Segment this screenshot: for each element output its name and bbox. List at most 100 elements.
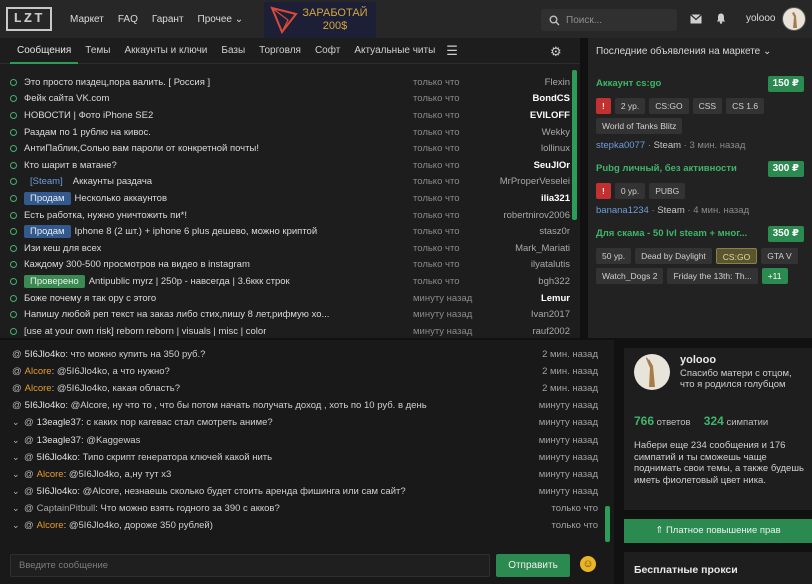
bell-icon[interactable] — [716, 13, 726, 24]
market-tag[interactable]: Watch_Dogs 2 — [596, 268, 664, 284]
thread-title[interactable]: Продам Iphone 8 (2 шт.) + iphone 6 plus д… — [24, 225, 317, 239]
thread-author[interactable]: robertnirov2006 — [503, 210, 570, 221]
thread-title[interactable]: Напишу любой реп текст на заказ либо сти… — [24, 309, 329, 320]
mention-icon[interactable]: @ — [24, 520, 34, 531]
thread-author[interactable]: bgh322 — [538, 276, 570, 287]
thread-row[interactable]: АнтиПаблик,Солью вам пароли от конкретно… — [10, 140, 570, 157]
thread-author[interactable]: BondCS — [533, 93, 570, 104]
mention-icon[interactable]: @ — [12, 383, 22, 394]
thread-title[interactable]: Есть работка, нужно уничтожить пи*! — [24, 210, 187, 221]
chat-author[interactable]: Alcore — [37, 520, 64, 531]
chat-input[interactable]: Введите сообщение — [10, 554, 490, 577]
thread-author[interactable]: SeuJlOr — [534, 160, 570, 171]
tab-accounts[interactable]: Аккаунты и ключи — [117, 38, 214, 64]
thread-row[interactable]: Изи кеш для всех только что Mark_Mariati — [10, 240, 570, 257]
chat-author[interactable]: 5I6Jlo4ko — [37, 486, 78, 497]
market-tag[interactable]: CS:GO — [649, 98, 689, 114]
chat-author[interactable]: CaptainPitbull — [37, 503, 96, 514]
thread-prefix[interactable]: Продам — [24, 191, 71, 205]
tab-messages[interactable]: Сообщения — [10, 38, 79, 64]
chat-author[interactable]: Alcore — [37, 469, 64, 480]
chevron-down-icon[interactable]: ⌄ — [12, 503, 24, 514]
thread-row[interactable]: Проверено Antipublic myrz | 250р - навсег… — [10, 273, 570, 290]
nav-garant[interactable]: Гарант — [152, 14, 184, 25]
thread-row[interactable]: НОВОСТИ | Фото iPhone SE2 только что EVILO… — [10, 107, 570, 124]
thread-title[interactable]: Фейк сайта VK.com — [24, 93, 109, 104]
tab-trade[interactable]: Торговля — [252, 38, 308, 64]
chevron-down-icon[interactable]: ⌄ — [12, 435, 24, 446]
thread-row[interactable]: Фейк сайта VK.com только что BondCS — [10, 91, 570, 108]
user-avatar[interactable] — [782, 7, 806, 31]
market-item-price[interactable]: 150 ₽ — [767, 76, 804, 92]
mention-icon[interactable]: @ — [24, 417, 34, 428]
thread-row[interactable]: Продам Несколько аккаунтов только что ilia3… — [10, 190, 570, 207]
market-tag[interactable]: ! — [596, 183, 611, 199]
chevron-down-icon[interactable]: ⌄ — [12, 486, 24, 497]
thread-row[interactable]: [Steam] Аккаунты раздача только что MrPrope… — [10, 174, 570, 191]
market-item[interactable]: Аккаунт cs:go 150 ₽! 2 ур. CS:GO CSS CS 1.6 Wo… — [596, 76, 804, 151]
seller-name[interactable]: banana1234 — [596, 205, 649, 216]
thread-title[interactable]: Каждому 300-500 просмотров на видео в in… — [24, 259, 250, 270]
thread-row[interactable]: [use at your own risk] reborn reborn | v… — [10, 323, 570, 340]
mention-icon[interactable]: @ — [24, 435, 34, 446]
thread-title[interactable]: Проверено Antipublic myrz | 250р - навсег… — [24, 274, 290, 288]
market-item[interactable]: Для скама - 50 lvl steam + мног... 350 ₽ 5… — [596, 226, 804, 284]
mention-icon[interactable]: @ — [24, 469, 34, 480]
market-tag[interactable]: ! — [596, 98, 611, 114]
chat-author[interactable]: Alcore — [25, 383, 52, 394]
thread-prefix[interactable]: Продам — [24, 225, 71, 239]
smiley-icon[interactable]: ☺ — [580, 556, 596, 572]
mention-icon[interactable]: @ — [24, 503, 34, 514]
mention-icon[interactable]: @ — [12, 366, 22, 377]
thread-row[interactable]: Боже почему я так ору с этого минуту наза… — [10, 290, 570, 307]
paid-upgrade-button[interactable]: ⇑ Платное повышение прав — [624, 519, 812, 543]
market-item-title[interactable]: Pubg личный, без активности — [596, 161, 756, 177]
thread-author[interactable]: stasz0r — [539, 226, 570, 237]
market-item-title[interactable]: Аккаунт cs:go — [596, 76, 756, 92]
thread-author[interactable]: ilia321 — [541, 193, 570, 204]
search-input[interactable]: Поиск... — [541, 9, 677, 31]
market-item[interactable]: Pubg личный, без активности 300 ₽! 0 ур. PU… — [596, 161, 804, 216]
market-tag[interactable]: CS:GO — [715, 248, 758, 264]
market-tag[interactable]: World of Tanks Blitz — [596, 118, 683, 134]
thread-title[interactable]: Продам Несколько аккаунтов — [24, 191, 167, 205]
market-tag[interactable]: PUBG — [649, 183, 686, 199]
thread-title[interactable]: [Steam] Аккаунты раздача — [24, 175, 152, 188]
thread-prefix[interactable]: [Steam] — [24, 175, 69, 188]
tab-software[interactable]: Софт — [308, 38, 347, 64]
thread-row[interactable]: Кто шарит в матане? только что SeuJlOr — [10, 157, 570, 174]
chat-author[interactable]: 5I6Jlo4ko — [37, 452, 78, 463]
thread-row[interactable]: Это просто пиздец,пора валить. [ Россия … — [10, 74, 570, 91]
thread-author[interactable]: lollinux — [541, 143, 570, 154]
thread-list-scrollbar[interactable] — [572, 70, 577, 220]
thread-author[interactable]: rauf2002 — [532, 326, 570, 337]
mention-icon[interactable]: @ — [24, 486, 34, 497]
market-tag[interactable]: GTA V — [761, 248, 798, 264]
market-item-price[interactable]: 350 ₽ — [767, 226, 804, 242]
profile-name[interactable]: yolooo — [680, 354, 716, 366]
thread-row[interactable]: Есть работка, нужно уничтожить пи*! тольк… — [10, 207, 570, 224]
mention-icon[interactable]: @ — [12, 400, 22, 411]
chat-scrollbar[interactable] — [605, 506, 610, 542]
mail-icon[interactable] — [690, 13, 702, 24]
send-button[interactable]: Отправить — [496, 554, 570, 577]
market-item-price[interactable]: 300 ₽ — [767, 161, 804, 177]
chat-author[interactable]: 13eagle37 — [37, 435, 81, 446]
tab-databases[interactable]: Базы — [214, 38, 252, 64]
chevron-down-icon[interactable]: ⌄ — [12, 469, 24, 480]
thread-author[interactable]: Wekky — [542, 127, 570, 138]
thread-title[interactable]: Боже почему я так ору с этого — [24, 293, 156, 304]
thread-author[interactable]: ilyatalutis — [531, 259, 570, 270]
nav-faq[interactable]: FAQ — [118, 14, 138, 25]
nav-market[interactable]: Маркет — [70, 14, 104, 25]
thread-author[interactable]: Mark_Mariati — [515, 243, 570, 254]
promo-banner[interactable]: ЗАРАБОТАЙ 200$ — [264, 2, 376, 38]
thread-row[interactable]: Напишу любой реп текст на заказ либо сти… — [10, 306, 570, 323]
thread-title[interactable]: Изи кеш для всех — [24, 243, 101, 254]
chat-author[interactable]: Alcore — [25, 366, 52, 377]
thread-author[interactable]: Flexin — [545, 77, 570, 88]
thread-row[interactable]: Раздам по 1 рублю на кивос. только что Wek… — [10, 124, 570, 141]
gear-icon[interactable]: ⚙ — [550, 44, 562, 60]
market-item-title[interactable]: Для скама - 50 lvl steam + мног... — [596, 226, 756, 242]
market-tag[interactable]: +11 — [761, 268, 788, 284]
